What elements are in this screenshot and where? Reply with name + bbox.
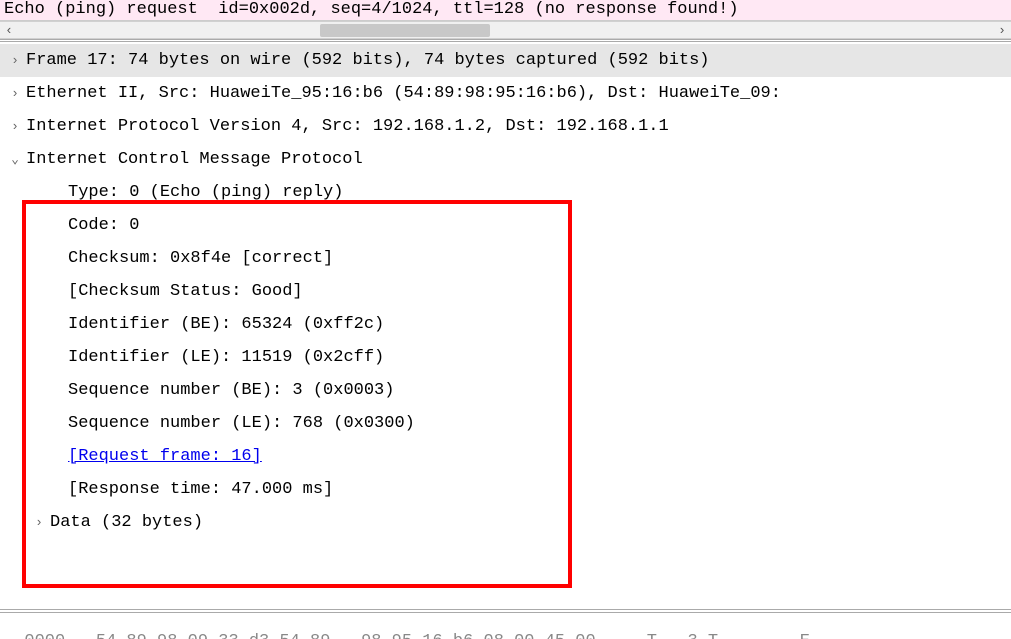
packet-list-pane[interactable]: Echo (ping) request id=0x002d, seq=4/102… [0,0,1011,21]
icmp-text: Internet Control Message Protocol [26,143,363,176]
ip-row[interactable]: › Internet Protocol Version 4, Src: 192.… [0,110,1011,143]
ethernet-text: Ethernet II, Src: HuaweiTe_95:16:b6 (54:… [26,77,781,110]
icmp-data-text: Data (32 bytes) [50,506,203,539]
packet-list-hscrollbar[interactable]: ‹ › [0,21,1011,39]
packet-row[interactable]: Echo (ping) request id=0x002d, seq=4/102… [4,0,1007,20]
scroll-left-icon[interactable]: ‹ [0,22,18,38]
chevron-down-icon[interactable]: ⌄ [4,143,26,176]
hex-bytes: 54 89 98 09 33 d3 54 89 98 95 16 b6 08 0… [65,632,820,639]
ethernet-row[interactable]: › Ethernet II, Src: HuaweiTe_95:16:b6 (5… [0,77,1011,110]
icmp-id-be-row[interactable]: Identifier (BE): 65324 (0xff2c) [28,308,1011,341]
icmp-row[interactable]: ⌄ Internet Control Message Protocol [0,143,1011,176]
icmp-seq-be-row[interactable]: Sequence number (BE): 3 (0x0003) [28,374,1011,407]
chevron-right-icon[interactable]: › [4,77,26,110]
frame-text: Frame 17: 74 bytes on wire (592 bits), 7… [26,44,710,77]
chevron-right-icon[interactable]: › [28,506,50,539]
icmp-checksum-status-text: [Checksum Status: Good] [28,275,303,308]
chevron-right-icon[interactable]: › [4,110,26,143]
icmp-id-le-row[interactable]: Identifier (LE): 11519 (0x2cff) [28,341,1011,374]
hex-pane[interactable]: 0000 54 89 98 09 33 d3 54 89 98 95 16 b6… [0,613,1011,639]
icmp-code-text: Code: 0 [28,209,139,242]
ip-text: Internet Protocol Version 4, Src: 192.16… [26,110,669,143]
icmp-response-time-text: [Response time: 47.000 ms] [28,473,333,506]
icmp-request-frame-row[interactable]: [Request frame: 16] [28,440,1011,473]
chevron-right-icon[interactable]: › [4,44,26,77]
icmp-id-be-text: Identifier (BE): 65324 (0xff2c) [28,308,384,341]
frame-row[interactable]: › Frame 17: 74 bytes on wire (592 bits),… [0,44,1011,77]
hex-offset: 0000 [24,632,65,639]
icmp-type-row[interactable]: Type: 0 (Echo (ping) reply) [28,176,1011,209]
icmp-seq-le-row[interactable]: Sequence number (LE): 768 (0x0300) [28,407,1011,440]
icmp-seq-le-text: Sequence number (LE): 768 (0x0300) [28,407,415,440]
scroll-right-icon[interactable]: › [993,22,1011,38]
scroll-thumb[interactable] [320,24,490,37]
icmp-data-row[interactable]: › Data (32 bytes) [28,506,1011,539]
icmp-type-text: Type: 0 (Echo (ping) reply) [28,176,343,209]
icmp-checksum-status-row[interactable]: [Checksum Status: Good] [28,275,1011,308]
icmp-request-frame-link[interactable]: [Request frame: 16] [28,440,262,473]
icmp-id-le-text: Identifier (LE): 11519 (0x2cff) [28,341,384,374]
packet-details-pane[interactable]: › Frame 17: 74 bytes on wire (592 bits),… [0,42,1011,539]
icmp-checksum-text: Checksum: 0x8f4e [correct] [28,242,333,275]
icmp-response-time-row[interactable]: [Response time: 47.000 ms] [28,473,1011,506]
icmp-code-row[interactable]: Code: 0 [28,209,1011,242]
icmp-seq-be-text: Sequence number (BE): 3 (0x0003) [28,374,394,407]
icmp-checksum-row[interactable]: Checksum: 0x8f4e [correct] [28,242,1011,275]
